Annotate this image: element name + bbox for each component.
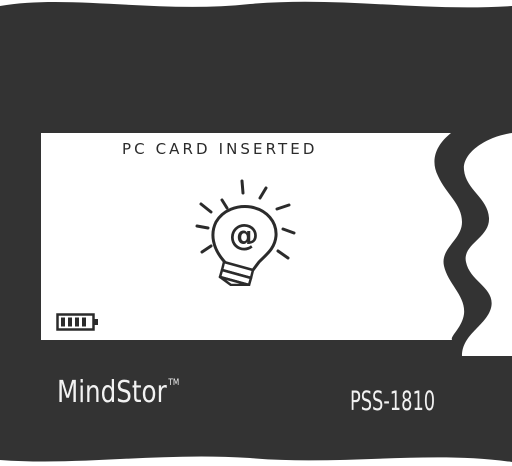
brand-logo: MindStor TM <box>57 378 179 408</box>
lightbulb-at-icon: @ <box>195 179 296 286</box>
status-text: PC CARD INSERTED <box>122 140 318 158</box>
trademark-mark: TM <box>168 378 180 388</box>
battery-full-icon <box>56 313 98 331</box>
svg-text:@: @ <box>229 218 259 253</box>
model-number: PSS-1810 <box>350 386 436 417</box>
brand-name: MindStor <box>57 375 167 410</box>
